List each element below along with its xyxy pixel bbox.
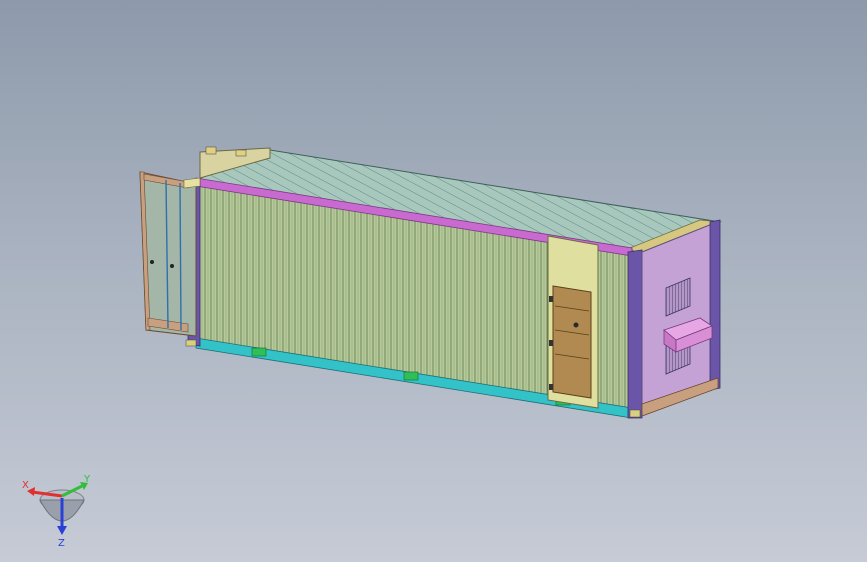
corner-casting <box>185 339 197 347</box>
corner-casting <box>629 409 641 418</box>
locking-bar <box>179 182 182 331</box>
door-header <box>183 177 201 189</box>
y-axis-label: Y <box>83 474 91 485</box>
forklift-pocket <box>403 371 419 381</box>
z-axis-label: Z <box>58 538 65 549</box>
service-door[interactable] <box>552 285 592 399</box>
door-hinge <box>549 296 553 302</box>
rear-corner-post <box>627 249 643 419</box>
forklift-pocket <box>251 347 267 357</box>
locking-handle[interactable] <box>150 260 154 264</box>
z-arrowhead <box>57 526 67 535</box>
container-model[interactable] <box>0 0 867 562</box>
roof-corner-fitting <box>205 146 217 155</box>
x-axis-label: X <box>22 480 29 491</box>
graphics-viewport[interactable]: X Y Z <box>0 0 867 562</box>
reference-triad: X Y Z <box>22 474 91 549</box>
roof-corner-fitting <box>235 149 247 157</box>
door-hinge <box>549 340 553 346</box>
locking-handle[interactable] <box>170 264 174 268</box>
door-hinge <box>549 384 553 390</box>
rear-corner-post-far <box>709 219 721 391</box>
door-handle[interactable] <box>573 322 579 328</box>
